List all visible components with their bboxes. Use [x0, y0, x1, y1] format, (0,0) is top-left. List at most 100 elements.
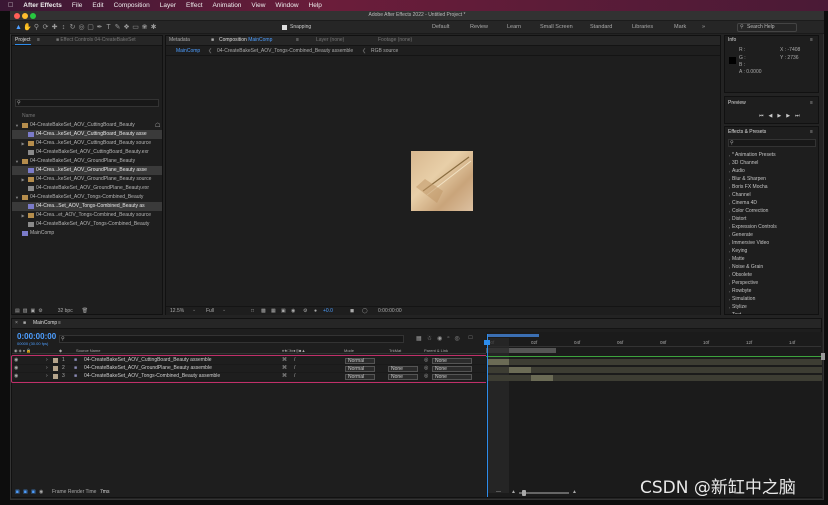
settings-icon[interactable]: ⚙ [38, 308, 42, 315]
timeline-search-input[interactable]: ⚲ [59, 335, 404, 343]
workspace-more-icon[interactable]: » [702, 21, 705, 34]
zoom-slider-thumb[interactable] [522, 490, 526, 496]
effects-category[interactable]: › Channel [725, 191, 818, 199]
pen-tool-icon[interactable]: ✒ [95, 21, 104, 34]
project-item[interactable]: 04-CreateBakeSet_AOV_CuttingBoard_Beauty… [12, 148, 162, 157]
clone-tool-icon[interactable]: ❖ [122, 21, 131, 34]
column-parent[interactable]: Parent & Link [424, 347, 448, 354]
tab-composition[interactable]: Composition MainComp [219, 37, 272, 44]
chevron-down-icon[interactable]: ⌄ [222, 307, 226, 314]
breadcrumb-assemble[interactable]: 04-CreateBakeSet_AOV_Tongs-Combined_Beau… [217, 48, 353, 55]
effects-category[interactable]: › Generate [725, 231, 818, 239]
project-item[interactable]: ▼ 04-CreateBakeSet_AOV_Tongs-Combined_Bea… [12, 193, 162, 202]
workspace-review[interactable]: Review [470, 21, 488, 34]
snapshot-icon[interactable]: ◼ [350, 308, 354, 315]
frame-blending-icon[interactable]: ▫ [447, 335, 449, 342]
menu-composition[interactable]: Composition [114, 2, 150, 9]
chevron-down-icon[interactable]: ▼ [14, 195, 20, 200]
new-composition-icon[interactable]: ▣ [30, 308, 35, 315]
project-item[interactable]: 04-Crea...keSet_AOV_CuttingBoard_Beauty … [12, 130, 162, 139]
composition-preview-image[interactable] [411, 151, 473, 211]
effects-category[interactable]: › Color Correction [725, 207, 818, 215]
type-tool-icon[interactable]: T [104, 21, 113, 34]
chevron-right-icon[interactable]: ▶ [20, 213, 26, 218]
draft-3d-icon[interactable]: ▦ [416, 335, 422, 342]
hand-tool-icon[interactable]: ✋ [23, 21, 32, 34]
column-trkmat[interactable]: TrkMat [389, 347, 401, 354]
effects-category[interactable]: › * Animation Presets [725, 151, 818, 159]
channel-icon[interactable]: ◉ [291, 308, 295, 315]
tab-footage[interactable]: Footage (none) [378, 37, 412, 44]
snapping-checkbox[interactable] [282, 25, 287, 30]
chevron-down-icon[interactable]: ⌄ [192, 307, 196, 314]
toggle-switches-modes-button[interactable]: — [496, 489, 501, 496]
bpc-label[interactable]: 32 bpc [58, 308, 73, 315]
effects-category[interactable]: › Cinema 4D [725, 199, 818, 207]
column-source-name[interactable]: Source Name [76, 347, 100, 354]
zoom-in-icon[interactable]: ▲ [572, 489, 577, 496]
effects-category[interactable]: › 3D Channel [725, 159, 818, 167]
chevron-down-icon[interactable]: ▼ [14, 123, 20, 128]
effects-category[interactable]: › Audio [725, 167, 818, 175]
graph-editor-icon[interactable]: □ [469, 335, 473, 342]
puppet-tool-icon[interactable]: ✱ [149, 21, 158, 34]
viewer-timecode[interactable]: 0:00:00:00 [378, 308, 402, 315]
preview-menu-icon[interactable]: ≡ [810, 100, 813, 107]
rectangle-tool-icon[interactable]: ▢ [86, 21, 95, 34]
menu-layer[interactable]: Layer [160, 2, 176, 9]
workspace-libraries[interactable]: Libraries [632, 21, 653, 34]
menu-window[interactable]: Window [275, 2, 298, 9]
zoom-slider[interactable] [519, 492, 569, 494]
transparency-grid-icon[interactable]: ▩ [261, 308, 266, 315]
chevron-right-icon[interactable]: ▶ [20, 177, 26, 182]
eraser-tool-icon[interactable]: ▭ [131, 21, 140, 34]
effects-category[interactable]: › Blur & Sharpen [725, 175, 818, 183]
color-management-icon[interactable]: ⚙ [303, 308, 307, 315]
project-item[interactable]: 04-CreateBakeSet_AOV_Tongs-Combined_Beau… [12, 220, 162, 229]
zoom-out-icon[interactable]: ▲ [511, 489, 516, 496]
motion-blur-icon[interactable]: ◎ [454, 335, 459, 342]
playhead-handle[interactable] [484, 340, 490, 345]
composition-menu-icon[interactable]: ≡ [296, 37, 299, 44]
playhead-line[interactable] [487, 334, 488, 497]
orbit-tool-icon[interactable]: ⟳ [41, 21, 50, 34]
preview-title[interactable]: Preview [728, 100, 746, 107]
effects-category[interactable]: › Distort [725, 215, 818, 223]
effects-category[interactable]: › Perspective [725, 279, 818, 287]
search-help-field[interactable]: ⚲ Search Help [737, 23, 797, 32]
project-search-input[interactable]: ⚲ [15, 99, 159, 107]
effects-category[interactable]: › Obsolete [725, 271, 818, 279]
last-frame-icon[interactable]: ⏭ [795, 113, 800, 119]
interpret-footage-icon[interactable]: ▤ [15, 308, 20, 315]
show-snapshot-icon[interactable]: ◯ [362, 308, 368, 315]
dolly-tool-icon[interactable]: ↕ [59, 21, 68, 34]
time-ruler[interactable]: 00f02f04f06f08f10f12f14f [487, 338, 821, 347]
menu-animation[interactable]: Animation [213, 2, 242, 9]
comp-flowchart-icon[interactable]: ☃ [427, 335, 432, 342]
tab-layer[interactable]: Layer (none) [316, 37, 344, 44]
timeline-end-marker[interactable] [821, 353, 825, 360]
effects-category[interactable]: › Stylize [725, 303, 818, 311]
breadcrumb-rgb-source[interactable]: RGB source [371, 48, 398, 55]
expand-transfer-controls-icon[interactable]: ▣ [23, 489, 28, 496]
project-item[interactable]: ▼ 04-CreateBakeSet_AOV_CuttingBoard_Beaut… [12, 121, 162, 130]
play-icon[interactable]: ▶ [777, 113, 781, 119]
flowchart-icon[interactable]: ☖ [155, 122, 160, 129]
delete-icon[interactable]: 🗑 [82, 308, 88, 315]
info-title[interactable]: Info [728, 37, 736, 44]
chevron-right-icon[interactable]: ▶ [20, 141, 26, 146]
timeline-menu-icon[interactable]: ≡ [58, 320, 61, 327]
tab-effect-controls[interactable]: ■ Effect Controls 04-CreateBakeSet [56, 37, 136, 44]
effects-category[interactable]: › Simulation [725, 295, 818, 303]
project-item[interactable]: ▶ 04-Crea...et_AOV_Tongs-Combined_Beauty … [12, 211, 162, 220]
menu-effect[interactable]: Effect [186, 2, 203, 9]
project-item[interactable]: 04-Crea...Set_AOV_Tongs-Combined_Beauty … [12, 202, 162, 211]
menu-view[interactable]: View [251, 2, 265, 9]
column-name-header[interactable]: Name [22, 113, 35, 120]
project-item[interactable]: 04-CreateBakeSet_AOV_GroundPlane_Beauty.… [12, 184, 162, 193]
tab-maincomp[interactable]: MainComp [33, 320, 57, 327]
expand-in-out-icon[interactable]: ▣ [31, 489, 36, 496]
effects-category[interactable]: › Keying [725, 247, 818, 255]
pan-tool-icon[interactable]: ✚ [50, 21, 59, 34]
roto-brush-tool-icon[interactable]: ❀ [140, 21, 149, 34]
